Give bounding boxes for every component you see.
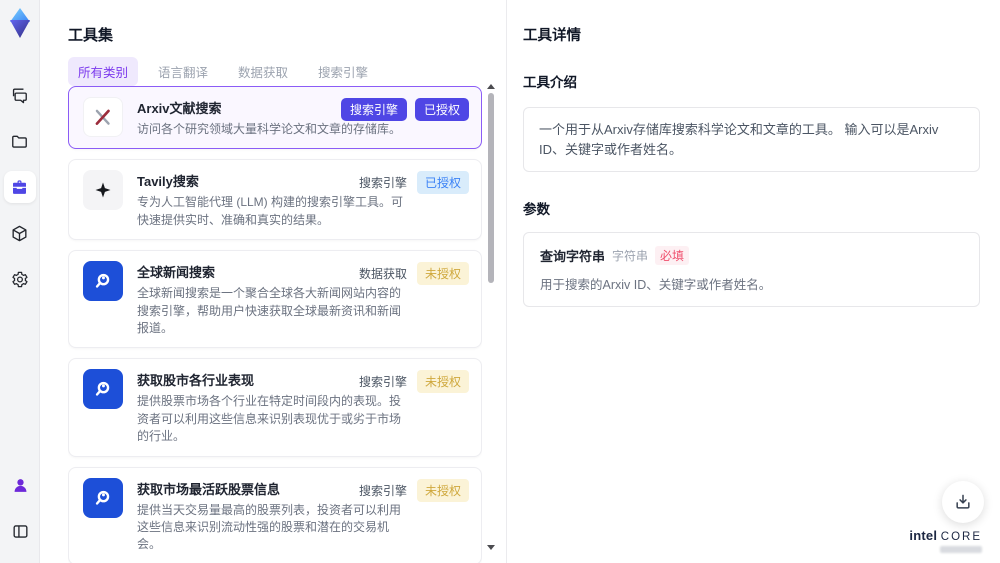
sidebar-bottom <box>0 469 40 547</box>
tool-card-most-active-stocks[interactable]: 获取市场最活跃股票信息 提供当天交易量最高的股票列表，投资者可以利用这些信息来识… <box>68 466 482 563</box>
tab-search-engine[interactable]: 搜索引擎 <box>308 57 378 86</box>
sidebar-nav <box>3 79 36 295</box>
detail-title: 工具详情 <box>523 28 581 44</box>
tool-card-tavily[interactable]: Tavily搜索 专为人工智能代理 (LLM) 构建的搜索引擎工具。可快速提供实… <box>68 159 482 241</box>
status-badge: 未授权 <box>416 262 469 286</box>
gear-icon <box>12 271 28 287</box>
user-icon <box>14 478 26 492</box>
tool-card-desc: 全球新闻搜索是一个聚合全球各大新闻网站内容的搜索引擎，帮助用户快速获取全球最新资… <box>137 286 402 335</box>
category-badge: 搜索引擎 <box>340 98 407 121</box>
chat-icon <box>12 87 27 103</box>
tool-card-sector-performance[interactable]: 获取股市各行业表现 提供股票市场各个行业在特定时间段内的表现。投资者可以利用这些… <box>68 358 482 457</box>
category-badge: 搜索引擎 <box>358 483 407 498</box>
tool-card-desc: 专为人工智能代理 (LLM) 构建的搜索引擎工具。可快速提供实时、准确和真实的结… <box>137 195 404 227</box>
sidebar-item-tools[interactable] <box>3 171 36 203</box>
panel-toggle-icon <box>12 524 28 538</box>
app-sidebar <box>0 0 40 563</box>
page-title: 工具集 <box>68 27 114 44</box>
tab-data-fetch[interactable]: 数据获取 <box>228 57 298 86</box>
param-desc: 用于搜索的Arxiv ID、关键字或作者姓名。 <box>540 278 772 292</box>
tool-card-desc: 提供当天交易量最高的股票列表，投资者可以利用这些信息来识别流动性强的股票和潜在的… <box>137 502 402 552</box>
blue-search-app-logo-icon <box>83 261 123 302</box>
sidebar-item-packages[interactable] <box>4 217 36 249</box>
tool-card-arxiv[interactable]: Arxiv文献搜索 访问各个研究领域大量科学论文和文章的存储库。 搜索引擎 已授… <box>68 86 482 150</box>
intel-core-logo: intel CORE <box>909 528 982 553</box>
category-badge: 搜索引擎 <box>358 375 407 390</box>
app-logo-icon <box>9 8 30 38</box>
scroll-up-icon[interactable] <box>487 84 495 89</box>
intel-ultra-badge-blurred <box>940 546 982 553</box>
sidebar-item-account[interactable] <box>4 469 36 501</box>
scrollbar-thumb[interactable] <box>488 93 494 283</box>
param-type: 字符串 <box>612 249 649 263</box>
sidebar-item-collapse[interactable] <box>4 515 36 547</box>
status-badge: 已授权 <box>414 98 469 121</box>
intel-wordmark: intel <box>909 528 938 543</box>
tab-language-translation[interactable]: 语言翻译 <box>148 57 218 86</box>
tool-list-panel: 工具集 所有类别 语言翻译 数据获取 搜索引擎 Arxiv文献搜索 访问各个研究… <box>40 0 506 563</box>
arxiv-logo-icon <box>83 97 123 137</box>
toolbox-icon <box>13 179 26 194</box>
tool-card-global-news[interactable]: 全球新闻搜索 全球新闻搜索是一个聚合全球各大新闻网站内容的搜索引擎，帮助用户快速… <box>68 250 482 349</box>
tavily-star-logo-icon <box>83 170 123 211</box>
sidebar-item-settings[interactable] <box>4 263 36 295</box>
status-badge: 已授权 <box>416 171 469 195</box>
category-tabs: 所有类别 语言翻译 数据获取 搜索引擎 <box>68 57 378 86</box>
tab-all-categories[interactable]: 所有类别 <box>68 57 139 86</box>
category-badge: 搜索引擎 <box>358 176 407 191</box>
intro-heading: 工具介绍 <box>523 75 577 90</box>
blue-search-app-logo-icon <box>83 369 123 410</box>
tool-detail-panel: 工具详情 工具介绍 一个用于从Arxiv存储库搜索科学论文和文章的工具。 输入可… <box>506 0 1000 563</box>
tool-card-desc: 访问各个研究领域大量科学论文和文章的存储库。 <box>137 122 402 136</box>
sidebar-item-files[interactable] <box>4 125 36 157</box>
param-required-badge: 必填 <box>655 246 690 265</box>
category-badge: 数据获取 <box>358 267 407 282</box>
blue-search-app-logo-icon <box>83 477 123 518</box>
list-scrollbar[interactable] <box>486 84 496 550</box>
download-button[interactable] <box>942 481 984 523</box>
tool-card-desc: 提供股票市场各个行业在特定时间段内的表现。投资者可以利用这些信息来识别表现优于或… <box>137 394 402 444</box>
param-card: 查询字符串 字符串 必填 用于搜索的Arxiv ID、关键字或作者姓名。 <box>523 232 980 307</box>
core-wordmark: CORE <box>940 531 982 543</box>
sidebar-item-chat[interactable] <box>4 79 36 111</box>
tool-card-list: Arxiv文献搜索 访问各个研究领域大量科学论文和文章的存储库。 搜索引擎 已授… <box>68 86 482 563</box>
package-icon <box>12 225 27 241</box>
download-icon <box>956 494 970 509</box>
status-badge: 未授权 <box>416 370 469 394</box>
scroll-down-icon[interactable] <box>487 545 495 550</box>
params-heading: 参数 <box>523 202 550 217</box>
status-badge: 未授权 <box>416 478 469 502</box>
param-name: 查询字符串 <box>540 249 606 264</box>
intro-text: 一个用于从Arxiv存储库搜索科学论文和文章的工具。 输入可以是Arxiv ID… <box>523 107 980 172</box>
folder-icon <box>12 135 27 148</box>
